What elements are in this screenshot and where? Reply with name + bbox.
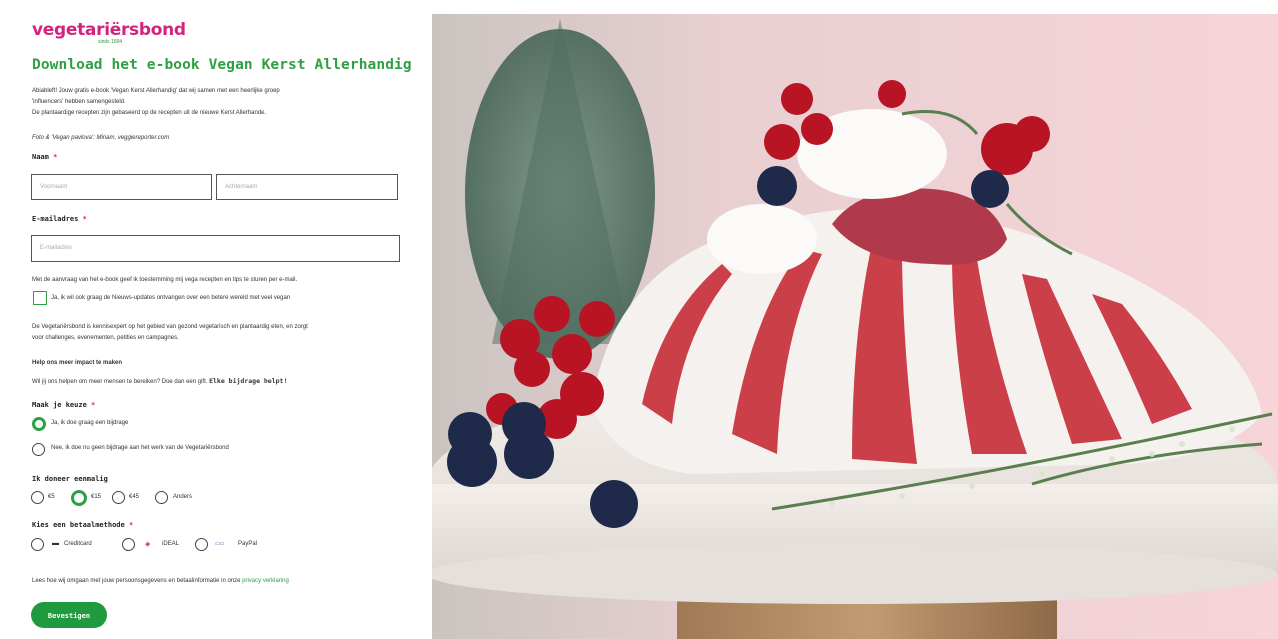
payment-label: Kies een betaalmethode * [32,521,134,529]
payment-creditcard-radio[interactable] [31,538,44,551]
newsletter-label: Ja, ik wil ook graag de Nieuws-updates o… [51,295,291,301]
logo: vegetariërsbond sinds 1894 [32,20,186,45]
amount-15-radio[interactable] [71,490,87,506]
about-line-1: De Vegetariërsbond is kennisexpert op he… [32,324,308,330]
newsletter-checkbox[interactable] [33,291,47,305]
about-line-2: voor challenges, evenementen, petities e… [32,335,179,341]
amount-5-label: €5 [48,494,55,500]
email-input[interactable]: E-mailadres [31,235,400,262]
amount-other-radio[interactable] [155,491,168,504]
choice-no-label: Nee, ik doe nu geen bijdrage aan het wer… [51,445,229,451]
consent-text: Met de aanvraag van het e-book geef ik t… [32,277,298,283]
payment-ideal-label: iDEAL [162,541,180,547]
logo-text: vegetariërsbond [32,20,186,40]
payment-paypal-label: PayPal [238,541,258,547]
form-panel: vegetariërsbond sinds 1894 Download het … [0,0,432,639]
amount-5-radio[interactable] [31,491,44,504]
impact-heading: Help ons meer impact te maken [32,360,123,366]
last-name-input[interactable]: Achternaam [216,174,398,200]
photo-credit: Foto & 'Vegan pavlova': Miriam, veggiere… [32,135,170,141]
payment-paypal-radio[interactable] [195,538,208,551]
paypal-icon: ▭▭ [215,541,225,547]
donate-label: Ik doneer eenmalig [32,475,108,483]
choice-yes-label: Ja, ik doe graag een bijdrage [51,420,129,426]
choice-yes-radio[interactable] [32,417,46,431]
page-title: Download het e-book Vegan Kerst Allerhan… [32,57,412,73]
hero-photo [432,14,1278,639]
impact-text: Wil jij ons helpen om meer mensen te ber… [32,377,288,385]
amount-45-label: €45 [129,494,140,500]
choice-no-radio[interactable] [32,443,45,456]
payment-creditcard-label: Creditcard [64,541,92,547]
intro-line-2: 'influencers' hebben samengesteld. [32,99,126,105]
logo-tagline: sinds 1894 [98,39,123,45]
pavlova-image [432,14,1278,639]
email-label: E-mailadres * [32,215,87,223]
payment-ideal-radio[interactable] [122,538,135,551]
ideal-icon: ◈ [145,541,151,548]
amount-other-label: Anders [173,494,193,500]
creditcard-icon: ▬ [52,540,59,547]
amount-15-label: €15 [91,494,102,500]
submit-button[interactable]: Bevestigen [31,602,107,628]
amount-45-radio[interactable] [112,491,125,504]
name-label: Naam * [32,153,58,161]
first-name-input[interactable]: Voornaam [31,174,212,200]
choice-label: Maak je keuze * [32,401,96,409]
intro-line-1: Abiableft! Jouw gratis e-book 'Vegan Ker… [32,88,280,94]
intro-line-3: De plantaardige recepten zijn gebaseerd … [32,110,267,116]
privacy-text: Lees hoe wij omgaan met jouw persoonsgeg… [32,578,289,584]
privacy-link[interactable]: privacy verklaring [242,578,289,584]
